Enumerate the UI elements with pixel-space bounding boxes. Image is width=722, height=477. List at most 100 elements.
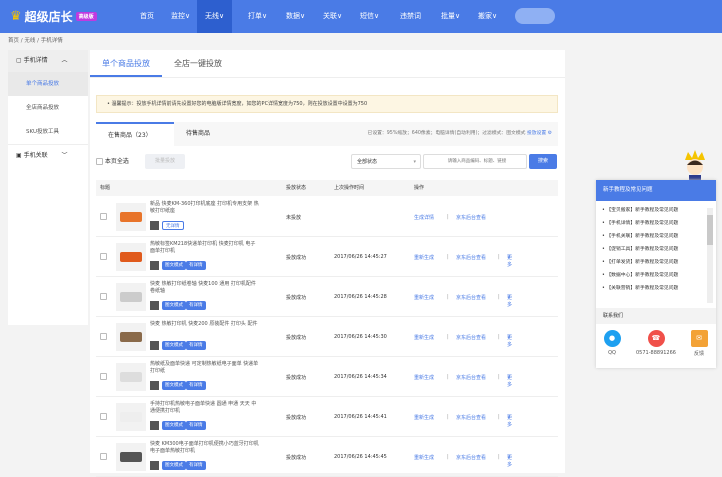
mode-tag[interactable]: 有详情: [186, 301, 206, 310]
last-op-time: 2017/06/26 14:45:28: [334, 294, 387, 300]
gear-icon[interactable]: ⚙: [548, 131, 552, 136]
row-checkbox[interactable]: [100, 413, 107, 420]
qr-code-icon[interactable]: [150, 381, 159, 390]
product-title[interactable]: 新品 快麦KM-360打印机底座 打印机专用支架 热敏打印纸座: [150, 201, 260, 215]
tab-store[interactable]: 全店一键投放: [162, 50, 234, 77]
tab-single[interactable]: 单个商品投放: [90, 50, 162, 77]
product-title[interactable]: 快麦 热敏打印机 快麦200 原装配件 打印头 配件: [150, 321, 260, 328]
user-avatar[interactable]: [515, 8, 555, 24]
sidebar-group-mobile-detail[interactable]: ▢ 手机详情 ︿: [8, 50, 88, 72]
mode-tag[interactable]: 有详情: [186, 261, 206, 270]
nav-item[interactable]: 违禁词: [392, 0, 429, 33]
nav-item[interactable]: 数据∨: [278, 0, 313, 33]
nav-item[interactable]: 无线∨: [197, 0, 233, 33]
sidebar-item-store[interactable]: 全店商品投放: [8, 96, 88, 120]
product-thumbnail[interactable]: [116, 363, 146, 391]
product-title[interactable]: 快麦 KM300电子面单打印机便携小巧蓝牙打印机电子面单热敏打印机: [150, 441, 260, 455]
row-checkbox[interactable]: [100, 253, 107, 260]
mode-tag[interactable]: 有详情: [186, 421, 206, 430]
sidebar-item-single[interactable]: 单个商品投放: [8, 72, 88, 96]
regenerate-link[interactable]: 重新生成: [414, 374, 434, 381]
mode-tag[interactable]: 图文模式: [162, 461, 186, 470]
qq-contact[interactable]: ● QQ: [602, 330, 622, 356]
subtab-pending[interactable]: 待售商品: [174, 122, 222, 146]
help-panel: 新手教程及常见问题 • 【宝贝搬家】新手教程及常见问题 • 【手机详情】新手教程及…: [596, 180, 716, 368]
crumb-wireless[interactable]: 无线: [24, 38, 35, 44]
nav-item[interactable]: 监控∨: [163, 0, 198, 33]
help-item[interactable]: • 【促销工具】新手教程及常见问题: [596, 243, 716, 256]
nav-item[interactable]: 打单∨: [240, 0, 275, 33]
product-thumbnail[interactable]: [116, 203, 146, 231]
help-item[interactable]: • 【关联营销】新手教程及常见问题: [596, 282, 716, 295]
jd-view-link[interactable]: 京东后台查看: [456, 414, 486, 421]
jd-view-link[interactable]: 京东后台查看: [456, 294, 486, 301]
qr-code-icon[interactable]: [150, 301, 159, 310]
product-thumbnail[interactable]: [116, 403, 146, 431]
scrollbar[interactable]: [707, 208, 713, 303]
row-checkbox[interactable]: [100, 453, 107, 460]
qr-code-icon[interactable]: [150, 261, 159, 270]
product-thumbnail[interactable]: [116, 283, 146, 311]
divider: |: [498, 414, 500, 420]
mode-tag[interactable]: 图文模式: [162, 261, 186, 270]
sidebar-item-sku[interactable]: SKU投放工具: [8, 120, 88, 144]
logo[interactable]: ♛ 超级店长 高级版: [10, 8, 97, 25]
row-checkbox[interactable]: [100, 293, 107, 300]
settings-link[interactable]: 投放设置: [527, 131, 546, 136]
subtab-on-sale[interactable]: 在售商品（23）: [96, 122, 174, 146]
qr-code-icon[interactable]: [150, 341, 159, 350]
row-checkbox[interactable]: [100, 213, 107, 220]
phone-contact[interactable]: ☎ 0571-88891266: [632, 330, 680, 356]
qr-code-icon[interactable]: [150, 461, 159, 470]
product-thumbnail[interactable]: [116, 243, 146, 271]
help-item[interactable]: • 【手机关联】新手教程及常见问题: [596, 230, 716, 243]
regenerate-link[interactable]: 重新生成: [414, 454, 434, 461]
nav-item[interactable]: 关联∨: [315, 0, 350, 33]
product-title[interactable]: 快麦 热敏打印纸卷轴 快麦100 通用 打印机配件 卷纸轴: [150, 281, 260, 295]
jd-view-link[interactable]: 京东后台查看: [456, 454, 486, 461]
mode-tag[interactable]: 图文模式: [162, 341, 186, 350]
regenerate-link[interactable]: 重新生成: [414, 334, 434, 341]
select-all-checkbox[interactable]: [96, 158, 103, 165]
search-input[interactable]: [423, 154, 527, 169]
jd-view-link[interactable]: 京东后台查看: [456, 254, 486, 261]
search-button[interactable]: 搜索: [529, 154, 557, 169]
qr-code-icon[interactable]: [150, 221, 159, 230]
mode-tag[interactable]: 有详情: [186, 341, 206, 350]
help-item[interactable]: • 【数据中心】新手教程及常见问题: [596, 269, 716, 282]
product-title[interactable]: 热敏标签KM218快递单打印机 快麦打印机 电子面单打印机: [150, 241, 260, 255]
mode-tag[interactable]: 无详情: [162, 221, 184, 230]
mode-tag[interactable]: 图文模式: [162, 381, 186, 390]
jd-view-link[interactable]: 京东后台查看: [456, 214, 486, 221]
sidebar-group-mobile-link[interactable]: ▣ 手机关联 ﹀: [8, 144, 88, 166]
mode-tag[interactable]: 图文模式: [162, 301, 186, 310]
product-thumbnail[interactable]: [116, 443, 146, 471]
post-status: 投放成功: [286, 295, 307, 301]
feedback-contact[interactable]: ✉ 反馈: [688, 330, 710, 357]
jd-view-link[interactable]: 京东后台查看: [456, 334, 486, 341]
regenerate-link[interactable]: 重新生成: [414, 254, 434, 261]
mode-tag[interactable]: 有详情: [186, 381, 206, 390]
regenerate-link[interactable]: 重新生成: [414, 414, 434, 421]
help-item[interactable]: • 【打单发货】新手教程及常见问题: [596, 256, 716, 269]
help-item[interactable]: • 【宝贝搬家】新手教程及常见问题: [596, 204, 716, 217]
product-title[interactable]: 热敏纸及面单快递 可定制热敏纸电子面单 快递单打印纸: [150, 361, 260, 375]
nav-item[interactable]: 首页: [132, 0, 162, 33]
nav-item[interactable]: 搬家∨: [470, 0, 505, 33]
batch-button[interactable]: 批量投放: [145, 154, 185, 169]
regenerate-link[interactable]: 生成详情: [414, 214, 434, 221]
nav-item[interactable]: 短信∨: [352, 0, 387, 33]
status-select[interactable]: 全部状态 ▾: [351, 154, 421, 169]
mode-tag[interactable]: 图文模式: [162, 421, 186, 430]
product-thumbnail[interactable]: [116, 323, 146, 351]
product-title[interactable]: 手持打印机热敏电子面单快递 圆通 申通 天天 中通便携打印机: [150, 401, 260, 415]
row-checkbox[interactable]: [100, 373, 107, 380]
regenerate-link[interactable]: 重新生成: [414, 294, 434, 301]
help-item[interactable]: • 【手机详情】新手教程及常见问题: [596, 217, 716, 230]
jd-view-link[interactable]: 京东后台查看: [456, 374, 486, 381]
qr-code-icon[interactable]: [150, 421, 159, 430]
mode-tag[interactable]: 有详情: [186, 461, 206, 470]
nav-item[interactable]: 批量∨: [433, 0, 468, 33]
crumb-home[interactable]: 首页: [8, 38, 19, 44]
row-checkbox[interactable]: [100, 333, 107, 340]
